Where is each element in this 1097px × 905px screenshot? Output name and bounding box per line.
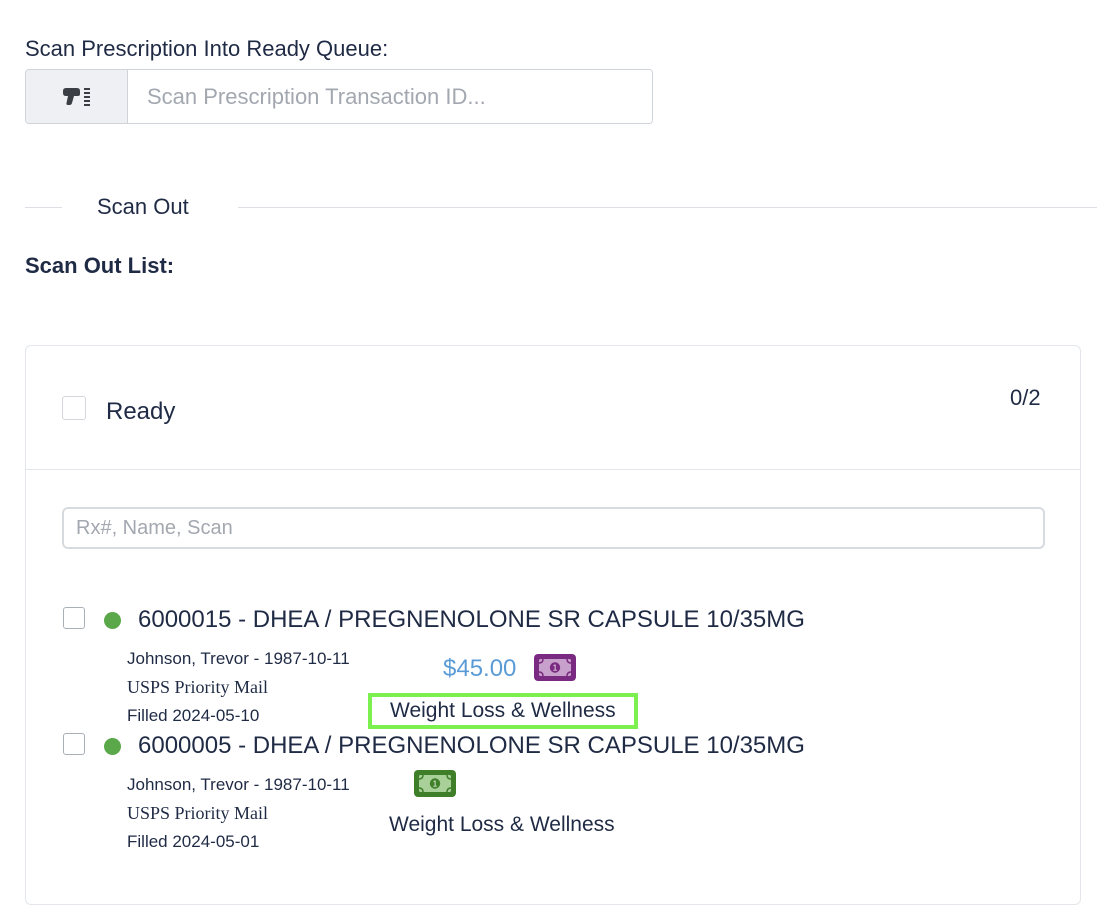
shipping-method: USPS Priority Mail: [127, 677, 269, 697]
filled-date: Filled 2024-05-10: [127, 706, 260, 725]
scan-out-list-heading: Scan Out List:: [25, 253, 175, 278]
clinic-name: Weight Loss & Wellness: [389, 813, 615, 836]
ready-label: Ready: [106, 398, 176, 425]
scan-transaction-id-input[interactable]: [128, 70, 652, 123]
svg-text:1: 1: [553, 664, 558, 673]
status-dot: [104, 612, 121, 629]
patient-name-dob: Johnson, Trevor - 1987-10-11: [127, 775, 350, 794]
shipping-method: USPS Priority Mail: [127, 803, 269, 823]
prescription-title[interactable]: 6000005 - DHEA / PREGNENOLONE SR CAPSULE…: [138, 732, 805, 760]
prescription-title[interactable]: 6000015 - DHEA / PREGNENOLONE SR CAPSULE…: [138, 606, 805, 634]
status-dot: [104, 738, 121, 755]
divider-left: [25, 207, 62, 208]
scan-out-divider-label: Scan Out: [97, 194, 189, 219]
scan-prescription-input-group: [25, 69, 653, 124]
divider-right: [238, 207, 1097, 208]
select-all-checkbox[interactable]: [62, 396, 86, 420]
money-bill-icon: 1: [534, 654, 576, 681]
prescription-checkbox[interactable]: [63, 733, 85, 755]
barcode-scanner-icon: [26, 70, 128, 123]
scan-prescription-label: Scan Prescription Into Ready Queue:: [25, 36, 389, 61]
svg-text:1: 1: [433, 780, 438, 789]
filled-date: Filled 2024-05-01: [127, 832, 260, 851]
clinic-name: Weight Loss & Wellness: [368, 693, 638, 729]
selected-count: 0/2: [1010, 385, 1041, 410]
price: $45.00: [443, 655, 517, 682]
card-header-divider: [26, 469, 1080, 470]
filter-search-input[interactable]: [62, 507, 1045, 549]
prescription-checkbox[interactable]: [63, 607, 85, 629]
money-bill-icon: 1: [414, 770, 456, 797]
patient-name-dob: Johnson, Trevor - 1987-10-11: [127, 649, 350, 668]
scan-out-list-card: Ready 0/2 6000015 - DHEA / PREGNENOLONE …: [25, 345, 1081, 905]
